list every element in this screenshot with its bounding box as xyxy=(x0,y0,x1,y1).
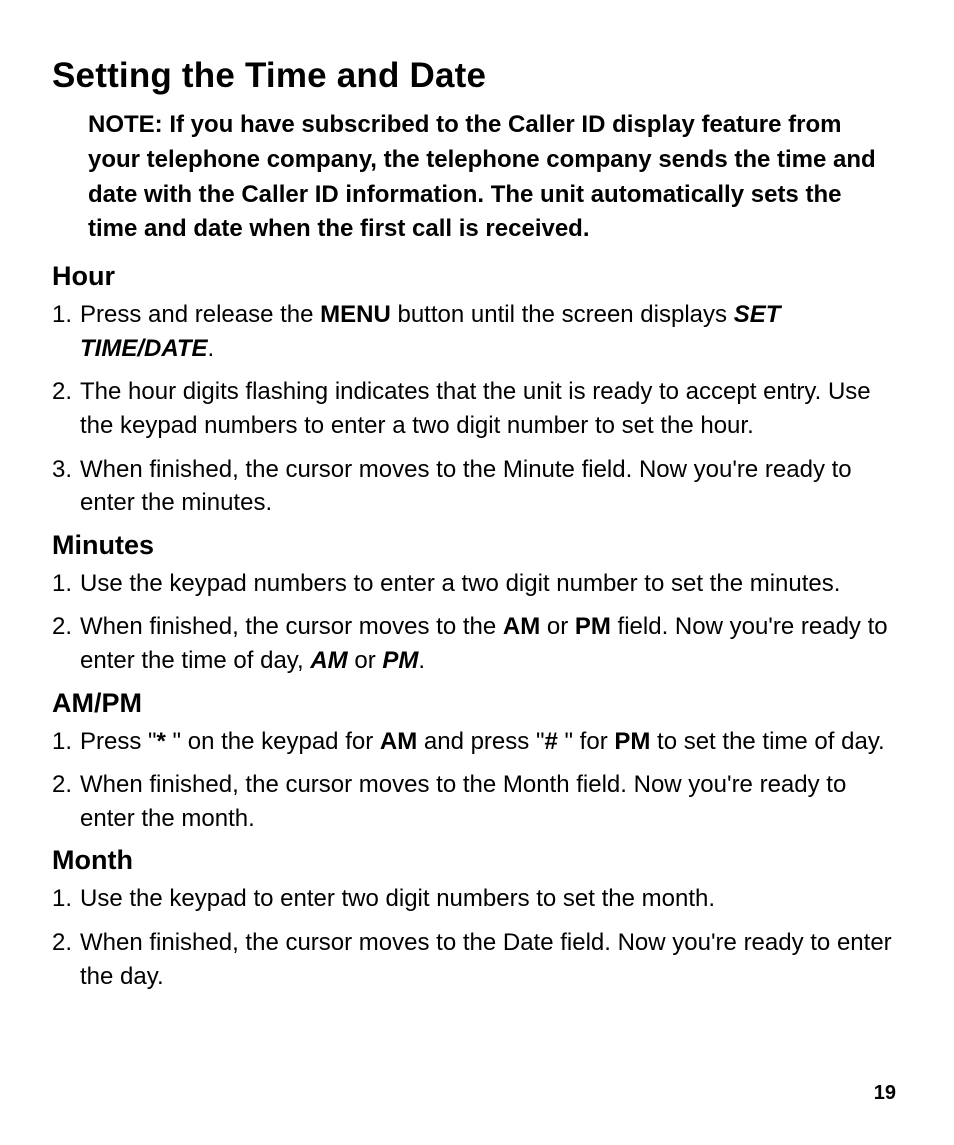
step-number: 1. xyxy=(52,298,72,332)
note-paragraph: NOTE: If you have subscribed to the Call… xyxy=(88,108,886,247)
text-run: . xyxy=(418,647,425,674)
pm-label: PM xyxy=(575,613,611,640)
text-run: or xyxy=(348,647,383,674)
step-number: 2. xyxy=(52,375,72,409)
text-run: or xyxy=(540,613,575,640)
list-item: 1. Use the keypad numbers to enter a two… xyxy=(52,567,896,601)
text-run: When finished, the cursor moves to the M… xyxy=(80,456,852,517)
step-number: 3. xyxy=(52,453,72,487)
step-number: 1. xyxy=(52,567,72,601)
list-item: 2. When finished, the cursor moves to th… xyxy=(52,768,896,835)
step-number: 2. xyxy=(52,610,72,644)
month-steps: 1. Use the keypad to enter two digit num… xyxy=(52,882,896,993)
step-number: 1. xyxy=(52,882,72,916)
hour-heading: Hour xyxy=(52,261,896,292)
text-run: " on the keypad for xyxy=(166,728,380,755)
pm-italic-label: PM xyxy=(382,647,418,674)
text-run: button until the screen displays xyxy=(391,301,734,328)
minutes-heading: Minutes xyxy=(52,530,896,561)
page-title: Setting the Time and Date xyxy=(52,56,896,96)
text-run: When finished, the cursor moves to the D… xyxy=(80,929,892,990)
list-item: 1. Press "* " on the keypad for AM and p… xyxy=(52,725,896,759)
text-run: to set the time of day. xyxy=(650,728,884,755)
list-item: 3. When finished, the cursor moves to th… xyxy=(52,453,896,520)
list-item: 1. Use the keypad to enter two digit num… xyxy=(52,882,896,916)
text-run: . xyxy=(208,335,215,362)
ampm-steps: 1. Press "* " on the keypad for AM and p… xyxy=(52,725,896,836)
pm-label: PM xyxy=(614,728,650,755)
ampm-heading: AM/PM xyxy=(52,688,896,719)
text-run: Use the keypad to enter two digit number… xyxy=(80,885,715,912)
menu-label: MENU xyxy=(320,301,391,328)
minutes-steps: 1. Use the keypad numbers to enter a two… xyxy=(52,567,896,678)
text-run: " for xyxy=(558,728,615,755)
text-run: Use the keypad numbers to enter a two di… xyxy=(80,570,840,597)
month-heading: Month xyxy=(52,845,896,876)
list-item: 2. When finished, the cursor moves to th… xyxy=(52,610,896,677)
list-item: 2. The hour digits flashing indicates th… xyxy=(52,375,896,442)
list-item: 1. Press and release the MENU button unt… xyxy=(52,298,896,365)
text-run: When finished, the cursor moves to the xyxy=(80,613,503,640)
star-key: * xyxy=(157,728,166,755)
page-number: 19 xyxy=(874,1082,896,1105)
list-item: 2. When finished, the cursor moves to th… xyxy=(52,926,896,993)
hash-key: # xyxy=(544,728,557,755)
text-run: Press " xyxy=(80,728,157,755)
step-number: 1. xyxy=(52,725,72,759)
am-italic-label: AM xyxy=(310,647,347,674)
am-label: AM xyxy=(503,613,540,640)
am-label: AM xyxy=(380,728,417,755)
step-number: 2. xyxy=(52,926,72,960)
text-run: Press and release the xyxy=(80,301,320,328)
step-number: 2. xyxy=(52,768,72,802)
text-run: and press " xyxy=(417,728,544,755)
text-run: The hour digits flashing indicates that … xyxy=(80,378,871,439)
hour-steps: 1. Press and release the MENU button unt… xyxy=(52,298,896,520)
text-run: When finished, the cursor moves to the M… xyxy=(80,771,846,832)
